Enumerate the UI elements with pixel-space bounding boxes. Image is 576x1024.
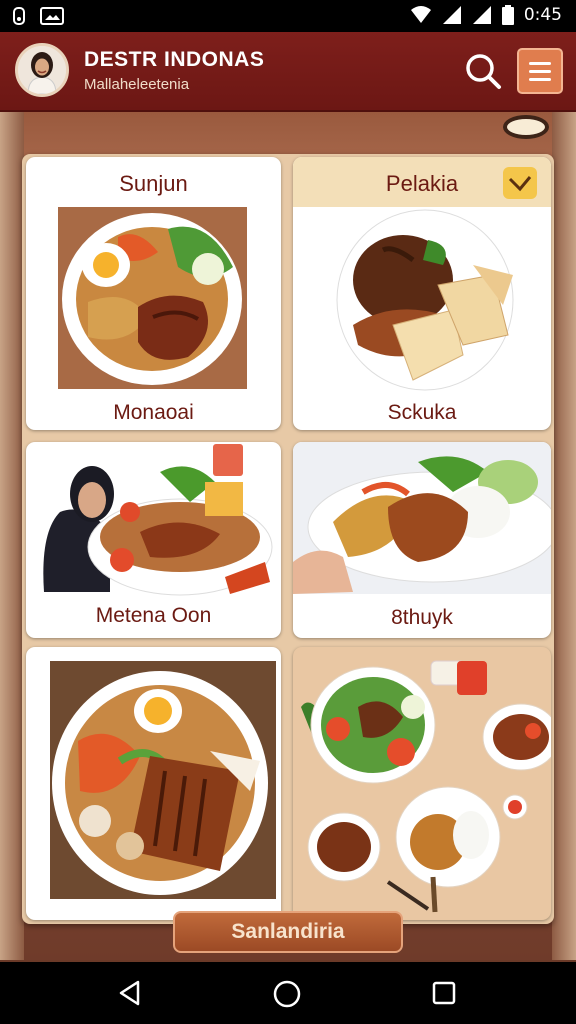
food-image — [50, 661, 276, 899]
back-triangle-icon[interactable] — [116, 979, 144, 1007]
recents-square-icon[interactable] — [431, 980, 457, 1006]
food-card-6[interactable] — [293, 647, 551, 920]
hamburger-line — [529, 78, 551, 81]
checkmark-icon — [508, 176, 532, 192]
app-title: DESTR INDONAS — [84, 48, 265, 71]
card-label: Sckuka — [387, 401, 457, 424]
avatar[interactable] — [15, 43, 69, 97]
hamburger-line — [529, 70, 551, 73]
noodles-grilled-fish-icon — [52, 671, 268, 895]
menu-button[interactable] — [517, 48, 563, 94]
food-image — [293, 647, 551, 920]
rendang-plate-icon — [336, 209, 514, 391]
fried-chicken-plate-icon — [293, 456, 551, 594]
search-icon — [466, 54, 501, 89]
food-card-4[interactable]: 8thuyk — [293, 442, 551, 638]
battery-icon — [501, 5, 514, 25]
app-subtitle: Mallaheleetenia — [84, 76, 190, 93]
status-left-icons — [12, 6, 64, 26]
menu-grid: Sunjun Monaoai Pelakia Sckuka Metena Oon… — [22, 154, 554, 924]
primary-action-button[interactable]: Sanlandiria — [173, 911, 403, 953]
food-image — [293, 442, 551, 594]
notification-icon — [13, 7, 25, 25]
app-header: DESTR INDONAS Mallaheleetenia — [0, 32, 576, 112]
signal-icon — [442, 6, 461, 24]
status-right-icons: 0:45 — [410, 5, 562, 25]
food-card-1[interactable]: Sunjun Monaoai — [26, 157, 281, 430]
food-image — [58, 207, 247, 389]
signal-icon-2 — [472, 6, 491, 24]
selected-checkbox[interactable] — [503, 167, 537, 199]
status-bar: 0:45 — [0, 0, 576, 32]
food-card-5[interactable] — [26, 647, 281, 920]
card-title: Sunjun — [119, 171, 188, 196]
card-label: Metena Oon — [95, 604, 212, 627]
card-label: Monaoai — [113, 401, 194, 424]
wifi-icon — [410, 6, 431, 23]
card-label: 8thuyk — [391, 606, 453, 629]
status-time: 0:45 — [523, 5, 562, 25]
woman-with-salad-bowl-icon — [43, 444, 273, 596]
food-card-3[interactable]: Metena Oon — [26, 442, 281, 638]
noodle-plate-icon — [62, 213, 242, 385]
ceiling-lamp — [503, 115, 549, 139]
food-card-2[interactable]: Pelakia Sckuka — [293, 157, 551, 430]
search-button[interactable] — [462, 50, 504, 92]
profile-photo-icon — [18, 46, 66, 94]
left-wall — [0, 112, 24, 960]
right-wall — [552, 112, 576, 960]
assorted-dishes-icon — [301, 660, 551, 913]
hamburger-menu-icon — [529, 62, 551, 65]
system-navigation-bar — [0, 962, 576, 1024]
food-image — [333, 205, 523, 395]
home-circle-icon[interactable] — [272, 979, 302, 1009]
screenshot-icon — [40, 7, 64, 25]
food-image — [30, 442, 277, 602]
